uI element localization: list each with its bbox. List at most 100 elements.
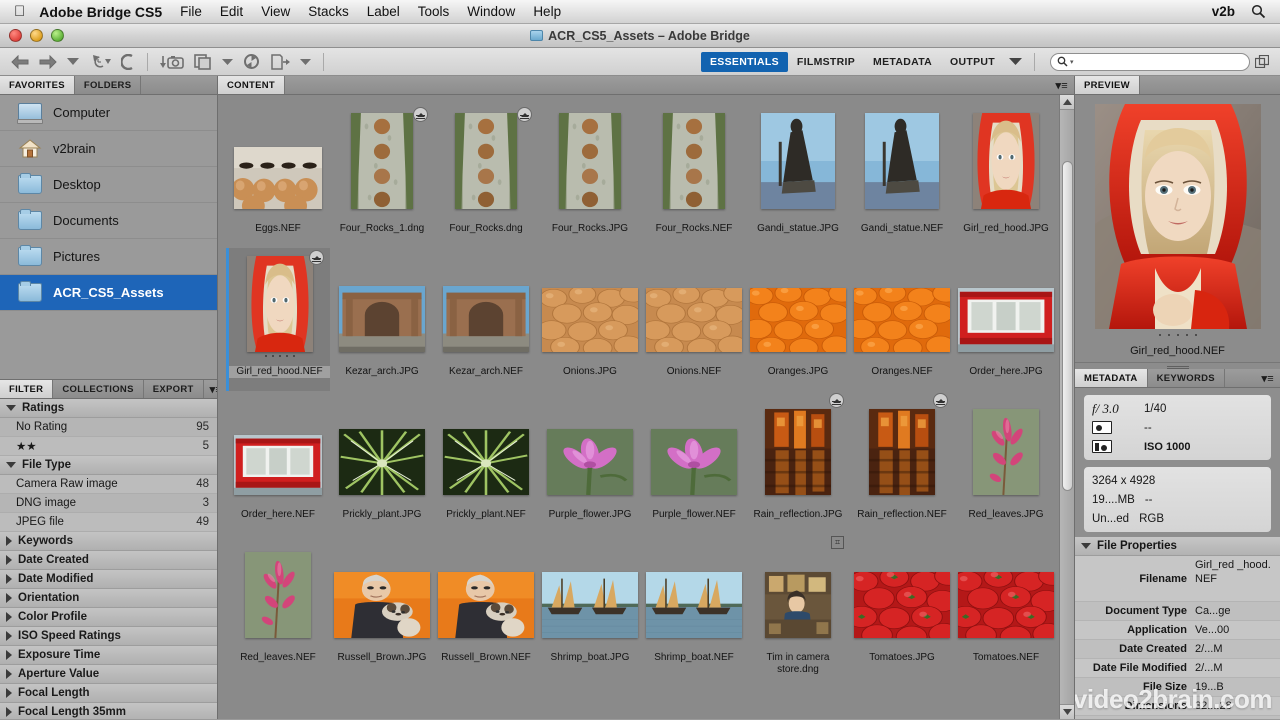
thumbnail-cell[interactable]: Kezar_arch.NEF bbox=[434, 248, 538, 391]
thumbnail-image[interactable] bbox=[229, 250, 330, 352]
thumbnail-star-rating[interactable] bbox=[642, 355, 746, 364]
thumbnail-cell[interactable]: Order_here.NEF bbox=[226, 391, 330, 534]
filter-criteria-list[interactable]: Ratings No Rating 95 ★★ 5 File Type Came… bbox=[0, 399, 217, 719]
cropped-badge-icon[interactable]: ⌗ bbox=[831, 536, 844, 549]
preview-image[interactable] bbox=[1094, 104, 1261, 329]
recent-folders-chevron-icon[interactable] bbox=[62, 51, 84, 73]
preview-image-container[interactable] bbox=[1075, 95, 1280, 334]
thumbnail-image[interactable] bbox=[538, 252, 642, 352]
thumbnail-image[interactable] bbox=[954, 538, 1058, 638]
filter-group-focal-length-35mm[interactable]: Focal Length 35mm bbox=[0, 703, 217, 719]
thumbnail-image[interactable]: ⌗ bbox=[746, 536, 850, 638]
spotlight-search-icon[interactable] bbox=[1251, 4, 1266, 19]
sidebar-item-acr-cs5-assets[interactable]: ACR_CS5_Assets bbox=[0, 275, 217, 311]
thumbnail-star-rating[interactable] bbox=[746, 212, 850, 221]
sidebar-item-desktop[interactable]: Desktop bbox=[0, 167, 217, 203]
thumbnail-image[interactable] bbox=[330, 538, 434, 638]
thumbnail-star-rating[interactable] bbox=[538, 355, 642, 364]
thumbnail-cell[interactable]: ⌗ Tim in camera store.dng bbox=[746, 534, 850, 677]
camera-raw-badge-icon[interactable] bbox=[829, 393, 844, 408]
camera-raw-badge-icon[interactable] bbox=[309, 250, 324, 265]
workspace-tab-metadata[interactable]: METADATA bbox=[864, 52, 941, 72]
filter-group-file-type[interactable]: File Type bbox=[0, 456, 217, 475]
thumbnail-image[interactable] bbox=[226, 538, 330, 638]
thumbnail-cell[interactable] bbox=[642, 677, 746, 719]
camera-raw-badge-icon[interactable] bbox=[517, 107, 532, 122]
filter-group-exposure-time[interactable]: Exposure Time bbox=[0, 646, 217, 665]
thumbnail-cell[interactable]: Tomatoes.NEF bbox=[954, 534, 1058, 677]
thumbnail-image[interactable] bbox=[330, 395, 434, 495]
back-arrow-icon[interactable] bbox=[6, 51, 34, 73]
thumbnail-star-rating[interactable] bbox=[850, 498, 954, 507]
thumbnail-image[interactable] bbox=[850, 109, 954, 209]
thumbnail-star-rating[interactable] bbox=[434, 212, 538, 221]
thumbnail-image[interactable] bbox=[330, 107, 434, 209]
thumbnail-star-rating[interactable] bbox=[954, 498, 1058, 507]
menu-item-edit[interactable]: Edit bbox=[220, 4, 243, 19]
scrollbar-thumb[interactable] bbox=[1062, 161, 1073, 491]
new-folder-chevron-icon[interactable] bbox=[295, 51, 316, 73]
thumbnail-image[interactable] bbox=[954, 395, 1058, 495]
thumbnail-image[interactable] bbox=[954, 109, 1058, 209]
filter-row-two-stars[interactable]: ★★ 5 bbox=[0, 437, 217, 456]
thumbnail-cell[interactable]: Shrimp_boat.JPG bbox=[538, 534, 642, 677]
recent-history-icon[interactable] bbox=[84, 51, 116, 73]
thumbnail-star-rating[interactable] bbox=[330, 212, 434, 221]
thumbnail-star-rating[interactable] bbox=[226, 498, 330, 507]
tab-collections[interactable]: COLLECTIONS bbox=[53, 380, 144, 398]
camera-raw-badge-icon[interactable] bbox=[413, 107, 428, 122]
menu-item-view[interactable]: View bbox=[261, 4, 290, 19]
thumbnail-cell[interactable]: Red_leaves.NEF bbox=[226, 534, 330, 677]
thumbnail-star-rating[interactable] bbox=[850, 355, 954, 364]
thumbnail-star-rating[interactable] bbox=[954, 212, 1058, 221]
thumbnail-cell[interactable] bbox=[538, 677, 642, 719]
sidebar-item-pictures[interactable]: Pictures bbox=[0, 239, 217, 275]
thumbnail-image[interactable] bbox=[330, 681, 434, 719]
thumbnail-star-rating[interactable] bbox=[746, 641, 850, 650]
metadata-row[interactable]: Date Created 2/...M bbox=[1075, 640, 1280, 659]
thumbnail-cell[interactable]: Four_Rocks.NEF bbox=[642, 105, 746, 248]
thumbnail-image[interactable] bbox=[642, 109, 746, 209]
thumbnail-image[interactable] bbox=[954, 252, 1058, 352]
menu-item-label[interactable]: Label bbox=[367, 4, 400, 19]
filter-group-color-profile[interactable]: Color Profile bbox=[0, 608, 217, 627]
thumbnail-star-rating[interactable] bbox=[746, 498, 850, 507]
metadata-row[interactable]: Document Type Ca...ge bbox=[1075, 602, 1280, 621]
thumbnail-star-rating[interactable] bbox=[434, 641, 538, 650]
thumbnail-image[interactable] bbox=[642, 395, 746, 495]
switch-to-compact-mode-icon[interactable] bbox=[1250, 51, 1274, 73]
metadata-row[interactable]: File Size 19...B bbox=[1075, 678, 1280, 697]
tab-content[interactable]: CONTENT bbox=[218, 76, 286, 94]
filter-group-date-modified[interactable]: Date Modified bbox=[0, 570, 217, 589]
panel-menu-icon[interactable]: ▾≡ bbox=[1049, 76, 1074, 94]
thumbnail-image[interactable] bbox=[850, 393, 954, 495]
tab-export[interactable]: EXPORT bbox=[143, 380, 204, 398]
filter-row-jpeg[interactable]: JPEG file 49 bbox=[0, 513, 217, 532]
thumbnail-cell[interactable]: Girl_red_hood.JPG bbox=[954, 105, 1058, 248]
rotate-counterclockwise-icon[interactable] bbox=[116, 51, 140, 73]
metadata-rows-list[interactable]: Filename Girl_red _hood. NEF Document Type… bbox=[1075, 556, 1280, 719]
thumbnail-star-rating[interactable] bbox=[954, 355, 1058, 364]
thumbnail-image[interactable] bbox=[434, 681, 538, 719]
menu-item-window[interactable]: Window bbox=[467, 4, 515, 19]
thumbnail-cell[interactable] bbox=[850, 677, 954, 719]
thumbnail-star-rating[interactable] bbox=[330, 498, 434, 507]
thumbnail-cell[interactable]: Russell_Brown.JPG bbox=[330, 534, 434, 677]
thumbnail-star-rating[interactable] bbox=[226, 641, 330, 650]
thumbnail-cell[interactable]: Kezar_arch.JPG bbox=[330, 248, 434, 391]
tab-metadata[interactable]: METADATA bbox=[1075, 369, 1148, 387]
thumbnail-cell[interactable]: Girl_red_hood.NEF bbox=[226, 248, 330, 391]
thumbnail-cell[interactable]: Shrimp_boat.NEF bbox=[642, 534, 746, 677]
thumbnail-cell[interactable] bbox=[954, 677, 1058, 719]
thumbnail-image[interactable] bbox=[954, 681, 1058, 719]
thumbnail-image[interactable] bbox=[538, 538, 642, 638]
thumbnail-cell[interactable]: Russell_Brown.NEF bbox=[434, 534, 538, 677]
tab-favorites[interactable]: FAVORITES bbox=[0, 76, 75, 94]
thumbnail-image[interactable] bbox=[746, 109, 850, 209]
thumbnail-image[interactable] bbox=[538, 395, 642, 495]
search-scope-chevron-icon[interactable]: ▾ bbox=[1070, 58, 1074, 66]
metadata-row[interactable]: Dimensions 32....28 bbox=[1075, 697, 1280, 716]
thumbnail-cell[interactable]: Gandi_statue.NEF bbox=[850, 105, 954, 248]
scroll-up-arrow-icon[interactable] bbox=[1060, 95, 1074, 110]
thumbnail-image[interactable] bbox=[850, 538, 954, 638]
